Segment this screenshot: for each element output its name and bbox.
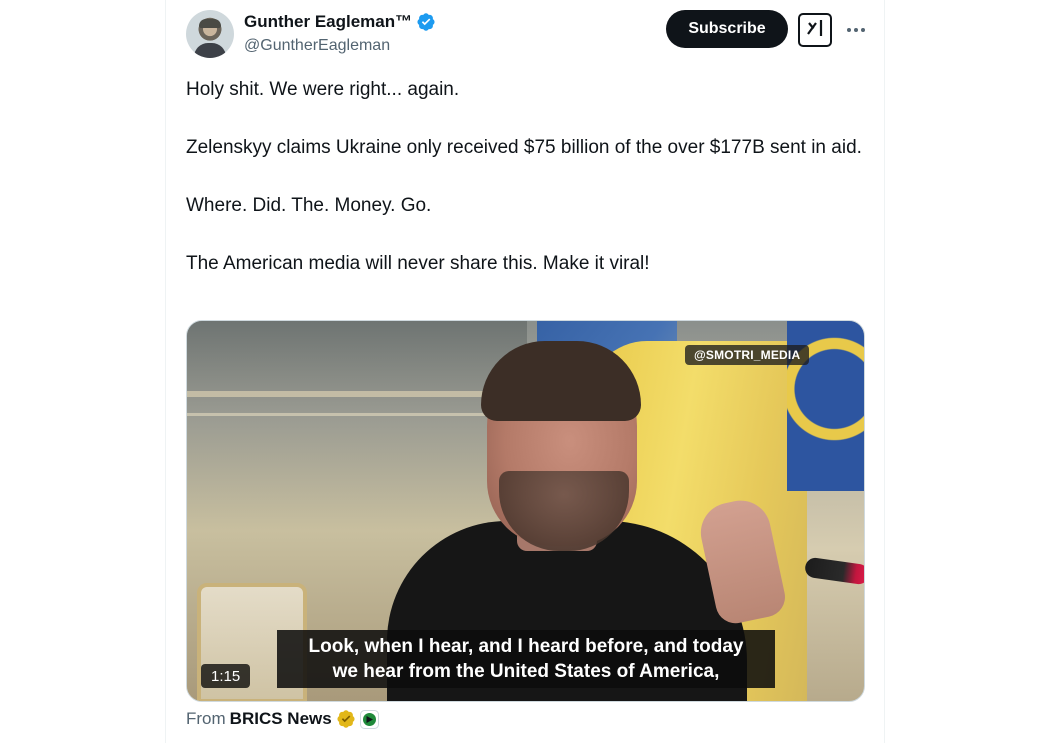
tweet-paragraph: Holy shit. We were right... again. — [186, 79, 460, 100]
avatar-body — [194, 43, 226, 58]
video-background-molding — [187, 391, 527, 397]
video-microphone — [803, 556, 864, 586]
verified-badge-icon[interactable] — [416, 12, 436, 32]
video-duration: 1:15 — [201, 664, 251, 688]
subtitle-line: Look, when I hear, and I heard before, a… — [308, 636, 744, 657]
subtitle-line: we hear from the United States of Americ… — [332, 661, 720, 682]
author-names: Gunther Eagleman™ @GuntherEagleman — [244, 10, 436, 55]
video-subtitle: Look, when I hear, and I heard before, a… — [277, 630, 775, 688]
tweet-header: Gunther Eagleman™ @GuntherEagleman Subsc… — [186, 10, 865, 60]
avatar-hat — [199, 19, 221, 28]
display-name[interactable]: Gunther Eagleman™ — [244, 12, 412, 32]
avatar[interactable] — [186, 10, 234, 58]
grok-icon — [804, 17, 826, 44]
handle[interactable]: @GuntherEagleman — [244, 37, 436, 55]
tweet-text: Holy shit. We were right... again. Zelen… — [186, 75, 866, 278]
more-icon[interactable] — [844, 18, 868, 42]
video-background-molding — [187, 413, 527, 416]
from-label: From — [186, 709, 226, 728]
subscribe-button[interactable]: Subscribe — [666, 10, 788, 48]
video-watermark: @SMOTRI_MEDIA — [685, 345, 810, 365]
grok-button[interactable] — [798, 13, 832, 47]
affiliate-icon[interactable] — [359, 709, 379, 729]
source-name-link[interactable]: BRICS News — [230, 709, 332, 729]
display-name-row: Gunther Eagleman™ — [244, 10, 436, 34]
tweet-card: Gunther Eagleman™ @GuntherEagleman Subsc… — [165, 0, 885, 743]
media-attribution: From BRICS News — [186, 709, 379, 729]
video-player[interactable]: @SMOTRI_MEDIA Look, when I hear, and I h… — [186, 320, 865, 702]
tweet-paragraph: The American media will never share this… — [186, 253, 650, 274]
gold-verified-icon[interactable] — [336, 709, 356, 729]
tweet-paragraph: Where. Did. The. Money. Go. — [186, 195, 432, 216]
tweet-paragraph: Zelenskyy claims Ukraine only received $… — [186, 137, 862, 158]
